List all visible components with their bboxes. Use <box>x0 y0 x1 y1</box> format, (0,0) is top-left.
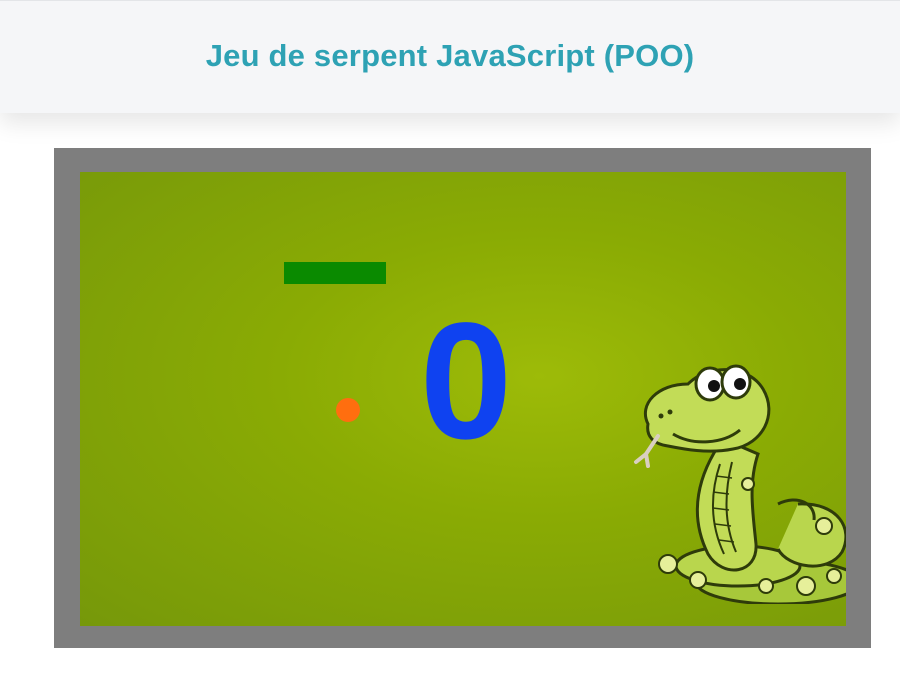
snake <box>284 262 386 284</box>
page-title: Jeu de serpent JavaScript (POO) <box>205 38 695 73</box>
game-frame: 0 <box>54 148 871 648</box>
page-header: Jeu de serpent JavaScript (POO) <box>0 0 900 113</box>
food-apple <box>336 398 360 422</box>
snake-mascot-icon <box>634 364 846 604</box>
game-board[interactable]: 0 <box>80 172 846 626</box>
score-display: 0 <box>419 289 513 474</box>
